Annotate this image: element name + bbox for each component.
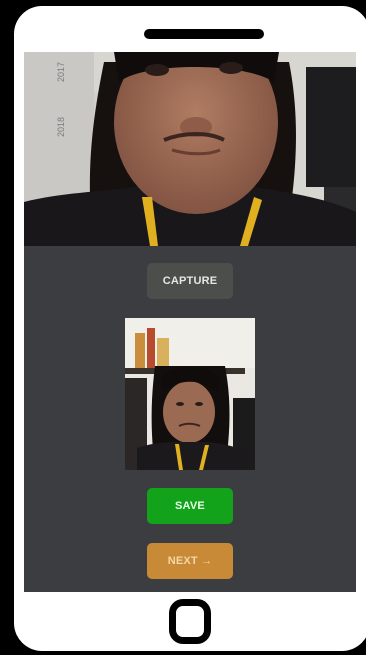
next-button-label: NEXT → (167, 555, 213, 567)
camera-preview: 2017 2018 (24, 52, 356, 246)
capture-button[interactable]: CAPTURE (147, 263, 233, 299)
save-button-label: SAVE (175, 500, 205, 512)
camera-feed-image: 2017 2018 (24, 52, 356, 246)
save-button[interactable]: SAVE (147, 488, 233, 524)
rounded-square-icon[interactable] (169, 599, 211, 644)
app-screen: 2017 2018 CAPTURE SAVE NEXT → (24, 52, 356, 592)
captured-photo-image (125, 318, 255, 470)
svg-text:2018: 2018 (56, 117, 66, 137)
next-button[interactable]: NEXT → (147, 543, 233, 579)
speaker-grille (144, 29, 264, 39)
svg-text:2017: 2017 (56, 62, 66, 82)
captured-photo-thumbnail (125, 318, 255, 470)
capture-button-label: CAPTURE (162, 275, 218, 287)
